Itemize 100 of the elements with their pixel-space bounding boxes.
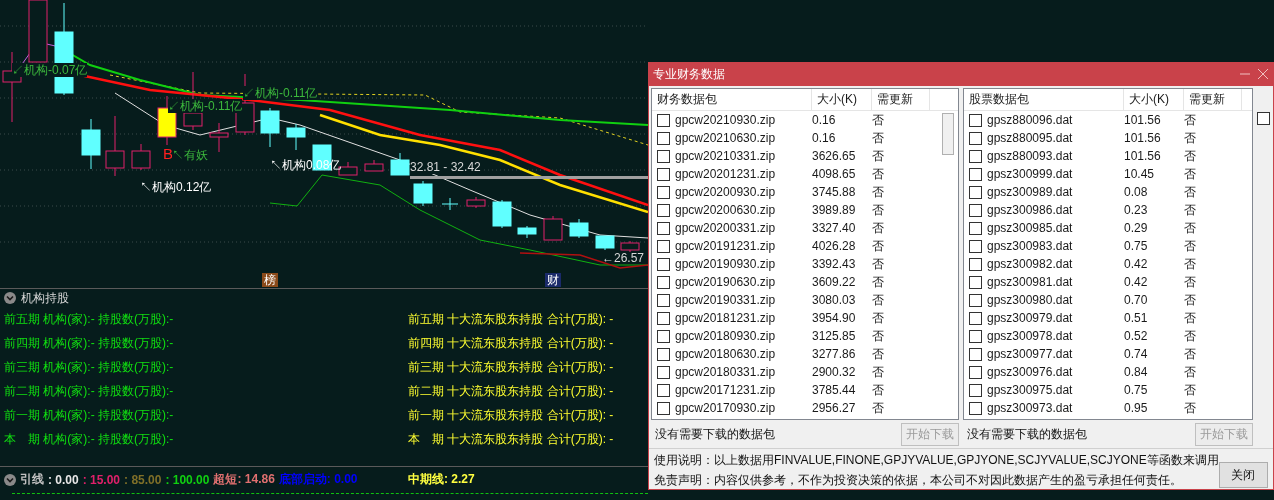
holding-text: 前二期 机构(家):- 持股数(万股):- — [4, 383, 175, 400]
update-status-text: 否 — [1184, 202, 1197, 218]
update-status-text: 否 — [872, 328, 885, 344]
checkbox[interactable] — [657, 167, 670, 181]
update-status-text: 否 — [1184, 256, 1197, 272]
chart-annotation: ↙机构-0.07亿 — [12, 63, 88, 77]
checkbox[interactable] — [969, 329, 982, 343]
update-status-text: 否 — [872, 130, 885, 146]
file-name: gpcw20200331.zip — [675, 220, 777, 236]
file-size: 0.84 — [1123, 364, 1149, 380]
event-badge[interactable]: 榜 — [262, 273, 278, 287]
candlestick — [105, 115, 125, 177]
checkbox[interactable] — [969, 185, 982, 199]
close-icon[interactable] — [1257, 68, 1269, 80]
indicator-value: : 15.00 — [82, 472, 121, 487]
file-name: gpsz880095.dat — [987, 130, 1074, 146]
column-header[interactable]: 大小(K) — [812, 89, 872, 110]
file-name: gpsz880093.dat — [987, 148, 1074, 164]
file-name: gpcw20180930.zip — [675, 328, 777, 344]
event-badge[interactable]: 财 — [545, 273, 561, 287]
holding-text: 前三期 十大流东股东持股 合计(万股): - — [408, 359, 615, 376]
checkbox[interactable] — [657, 401, 670, 415]
note-text: 免责声明：内容仅供参考，不作为投资决策的依据，本公司不对因此数据产生的盈亏承担任何责任。 — [654, 471, 1183, 489]
file-size: 3745.88 — [811, 184, 857, 200]
checkbox[interactable] — [1257, 112, 1270, 125]
column-header[interactable]: 大小(K) — [1124, 89, 1184, 110]
candlestick — [517, 225, 537, 239]
column-header[interactable]: 需更新 — [1184, 89, 1242, 110]
file-size: 0.08 — [1123, 184, 1149, 200]
checkbox[interactable] — [969, 167, 982, 181]
close-button[interactable]: 关闭 — [1218, 462, 1268, 488]
file-name: gpsz300976.dat — [987, 364, 1074, 380]
checkbox[interactable] — [657, 149, 670, 163]
file-size: 2956.27 — [811, 400, 857, 416]
column-header[interactable]: 股票数据包 — [964, 89, 1124, 110]
update-status-text: 否 — [872, 220, 885, 236]
checkbox[interactable] — [657, 131, 670, 145]
checkbox[interactable] — [969, 149, 982, 163]
checkbox[interactable] — [657, 113, 670, 127]
indicator-value: : 85.00 — [124, 472, 162, 487]
checkbox[interactable] — [657, 221, 670, 235]
indicator-value: : 0.00 — [48, 472, 79, 487]
update-status-text: 否 — [1184, 184, 1197, 200]
checkbox[interactable] — [969, 311, 982, 325]
checkbox[interactable] — [657, 185, 670, 199]
column-header[interactable]: 财务数据包 — [652, 89, 812, 110]
checkbox[interactable] — [657, 203, 670, 217]
candlestick — [364, 159, 384, 172]
checkbox[interactable] — [969, 275, 982, 289]
column-header[interactable]: 需更新 — [872, 89, 930, 110]
checkbox[interactable] — [969, 293, 982, 307]
file-size: 0.16 — [811, 130, 837, 146]
file-name: gpcw20180331.zip — [675, 364, 777, 380]
update-status-text: 否 — [1184, 274, 1197, 290]
collapse-icon[interactable] — [4, 292, 16, 304]
candlestick — [441, 197, 459, 211]
file-size: 3626.65 — [811, 148, 857, 164]
update-status-text: 否 — [872, 112, 885, 128]
scrollbar-thumb[interactable] — [942, 113, 954, 155]
file-size: 3392.43 — [811, 256, 857, 272]
checkbox[interactable] — [969, 239, 982, 253]
checkbox[interactable] — [657, 275, 670, 289]
checkbox[interactable] — [969, 347, 982, 361]
candlestick — [595, 235, 615, 251]
checkbox[interactable] — [657, 311, 670, 325]
candlestick — [620, 240, 640, 253]
checkbox[interactable] — [969, 401, 982, 415]
checkbox[interactable] — [969, 365, 982, 379]
chart-annotation: ←26.57 — [602, 251, 645, 265]
checkbox[interactable] — [969, 113, 982, 127]
file-size: 0.42 — [1123, 256, 1149, 272]
checkbox[interactable] — [657, 293, 670, 307]
file-size: 0.70 — [1123, 292, 1149, 308]
checkbox[interactable] — [657, 365, 670, 379]
update-status-text: 否 — [872, 274, 885, 290]
checkbox[interactable] — [657, 329, 670, 343]
indicator-name: 引线 — [20, 471, 44, 488]
update-status-text: 否 — [872, 238, 885, 254]
file-name: gpsz300985.dat — [987, 220, 1074, 236]
file-name: gpcw20201231.zip — [675, 166, 777, 182]
file-name: gpsz300989.dat — [987, 184, 1074, 200]
checkbox[interactable] — [969, 131, 982, 145]
checkbox[interactable] — [657, 239, 670, 253]
holding-text: 前一期 机构(家):- 持股数(万股):- — [4, 407, 175, 424]
checkbox[interactable] — [969, 221, 982, 235]
checkbox[interactable] — [657, 257, 670, 271]
file-size: 3125.85 — [811, 328, 857, 344]
file-name: gpsz300977.dat — [987, 346, 1074, 362]
checkbox[interactable] — [969, 383, 982, 397]
checkbox[interactable] — [969, 257, 982, 271]
file-size: 0.23 — [1123, 202, 1149, 218]
file-size: 101.56 — [1123, 130, 1162, 146]
holding-text: 本 期 机构(家):- 持股数(万股):- — [4, 431, 175, 448]
update-status-text: 否 — [1184, 220, 1197, 236]
holding-text: 本 期 十大流东股东持股 合计(万股): - — [408, 431, 615, 448]
collapse-icon[interactable] — [4, 473, 16, 486]
candlestick — [466, 196, 486, 209]
checkbox[interactable] — [969, 203, 982, 217]
checkbox[interactable] — [657, 383, 670, 397]
checkbox[interactable] — [657, 347, 670, 361]
